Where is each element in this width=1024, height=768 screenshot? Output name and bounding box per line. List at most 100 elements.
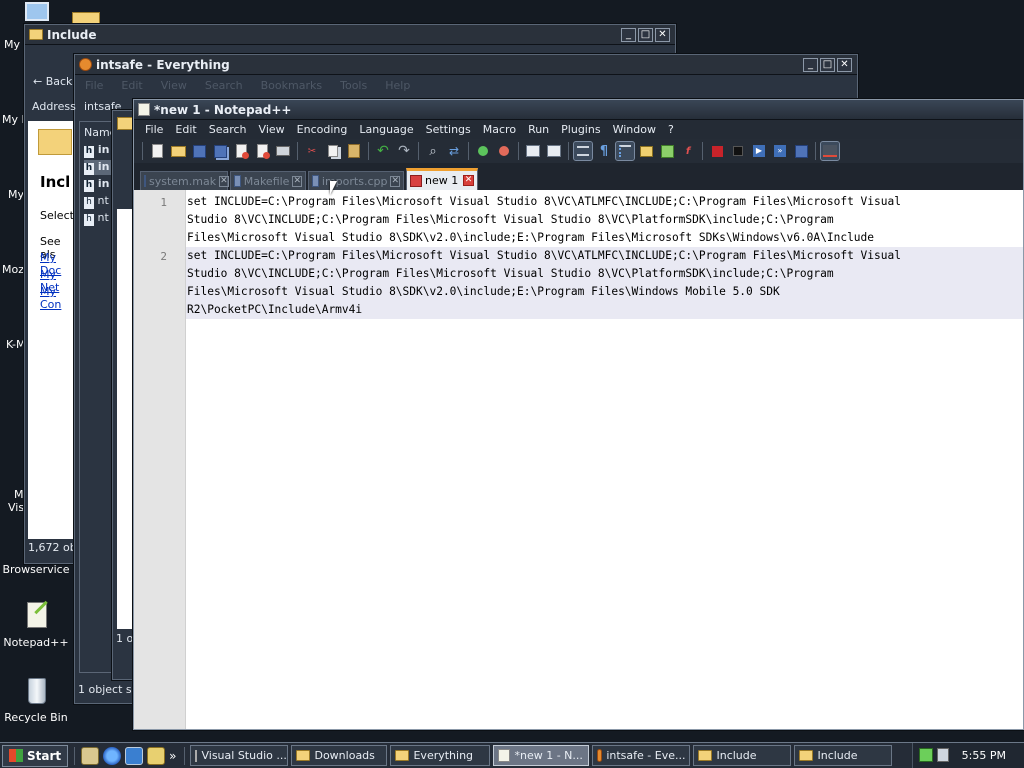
tab-new-1[interactable]: new 1 ✕ (406, 168, 478, 190)
search-quicklaunch-icon[interactable] (147, 746, 166, 765)
maximize-button[interactable]: □ (638, 28, 653, 42)
notepadpp-window[interactable]: *new 1 - Notepad++ File Edit Search View… (133, 99, 1024, 730)
doc-map-icon[interactable] (658, 142, 676, 160)
show-desktop-icon[interactable] (81, 746, 100, 765)
wrap-icon[interactable] (573, 141, 593, 161)
taskbar-button-include[interactable]: Include (693, 745, 792, 766)
menu-help[interactable]: ? (662, 123, 680, 136)
menu-macro[interactable]: Macro (477, 123, 522, 136)
menu-language[interactable]: Language (353, 123, 419, 136)
save-all-icon[interactable] (211, 142, 229, 160)
indent-guide-icon[interactable] (615, 141, 635, 161)
desktop-edge-label[interactable]: My (4, 38, 20, 51)
show-all-chars-icon[interactable]: ¶ (595, 142, 613, 160)
code-line-wrap[interactable]: Studio 8\VC\INCLUDE;C:\Program Files\Mic… (186, 211, 1023, 229)
clock[interactable]: 5:55 PM (962, 749, 1006, 762)
desktop-edge-label[interactable]: K-M (6, 338, 26, 351)
tab-imports-cpp[interactable]: imports.cpp ✕ (308, 171, 404, 190)
tab-close-icon[interactable]: ✕ (390, 175, 400, 187)
menu-item[interactable]: Edit (121, 79, 142, 92)
list-item[interactable]: h in (84, 143, 109, 158)
taskbar-button-visual-studio[interactable]: Visual Studio ... (190, 745, 289, 766)
print-icon[interactable] (274, 142, 292, 160)
code-line-current[interactable]: set INCLUDE=C:\Program Files\Microsoft V… (186, 247, 1023, 265)
menu-run[interactable]: Run (522, 123, 555, 136)
text-editor[interactable]: 1 2 set INCLUDE=C:\Program Files\Microso… (134, 190, 1023, 729)
tab-close-icon[interactable]: ✕ (219, 175, 229, 187)
sync-h-icon[interactable] (545, 142, 563, 160)
record-macro-icon[interactable] (708, 142, 726, 160)
zoom-in-icon[interactable] (474, 142, 492, 160)
desktop-edge-label[interactable]: Vis (8, 501, 24, 514)
run-macro-multiple-icon[interactable]: » (771, 142, 789, 160)
taskbar-button-everything[interactable]: Everything (390, 745, 491, 766)
close-button[interactable]: ✕ (655, 28, 670, 42)
menu-view[interactable]: View (253, 123, 291, 136)
menu-window[interactable]: Window (607, 123, 662, 136)
cut-icon[interactable]: ✂ (303, 142, 321, 160)
folder-icon[interactable] (72, 12, 100, 24)
tab-close-icon[interactable]: ✕ (292, 175, 302, 187)
udl-icon[interactable] (637, 142, 655, 160)
taskbar-button-include[interactable]: Include (794, 745, 893, 766)
desktop-edge-label[interactable]: Moz (2, 263, 24, 276)
spellcheck-icon[interactable] (820, 141, 840, 161)
list-item[interactable]: h in (84, 160, 116, 175)
paste-icon[interactable] (345, 142, 363, 160)
menu-item[interactable]: View (161, 79, 187, 92)
code-line-current-wrap[interactable]: Files\Microsoft Visual Studio 8\SDK\v2.0… (186, 283, 1023, 301)
my-computer-icon[interactable] (25, 2, 49, 21)
network-icon[interactable] (919, 748, 933, 762)
include-window-titlebar[interactable]: Include (25, 25, 675, 45)
desktop-icon-browservice[interactable]: Browservice (0, 563, 72, 576)
windows-media-icon[interactable] (125, 746, 144, 765)
stop-macro-icon[interactable] (729, 142, 747, 160)
menu-encoding[interactable]: Encoding (291, 123, 354, 136)
tab-system-mak[interactable]: system.mak ✕ (140, 171, 229, 190)
find-icon[interactable]: ⌕ (424, 142, 442, 160)
code-line[interactable]: set INCLUDE=C:\Program Files\Microsoft V… (186, 193, 1023, 211)
function-list-icon[interactable]: f (679, 142, 697, 160)
desktop-edge-label[interactable]: M (14, 488, 24, 501)
save-icon[interactable] (190, 142, 208, 160)
close-all-icon[interactable] (253, 142, 271, 160)
new-file-icon[interactable] (148, 142, 166, 160)
redo-icon[interactable]: ↷ (395, 142, 413, 160)
desktop-icon-notepadpp[interactable]: Notepad++ (0, 600, 72, 649)
notepadpp-titlebar[interactable]: *new 1 - Notepad++ (134, 100, 1023, 120)
taskbar-button-notepadpp[interactable]: *new 1 - N... (493, 745, 590, 766)
volume-icon[interactable] (937, 748, 949, 762)
menu-edit[interactable]: Edit (169, 123, 202, 136)
undo-icon[interactable]: ↶ (374, 142, 392, 160)
menu-item[interactable]: Help (385, 79, 410, 92)
menu-item[interactable]: File (85, 79, 103, 92)
minimize-button[interactable]: _ (621, 28, 636, 42)
menu-search[interactable]: Search (203, 123, 253, 136)
save-macro-icon[interactable] (792, 142, 810, 160)
list-item[interactable]: h in (84, 177, 109, 192)
minimize-button[interactable]: _ (803, 58, 818, 72)
menu-file[interactable]: File (139, 123, 169, 136)
replace-icon[interactable]: ⇄ (445, 142, 463, 160)
code-line-current-wrap[interactable]: R2\PocketPC\Include\Armv4i (186, 301, 1023, 319)
list-item[interactable]: h nt (84, 211, 109, 226)
list-item[interactable]: h nt (84, 194, 109, 209)
desktop-icon-recycle-bin[interactable]: Recycle Bin (0, 675, 72, 724)
quicklaunch-overflow-icon[interactable]: » (169, 749, 176, 763)
maximize-button[interactable]: □ (820, 58, 835, 72)
zoom-out-icon[interactable] (495, 142, 513, 160)
start-button[interactable]: Start (2, 744, 69, 767)
menu-plugins[interactable]: Plugins (555, 123, 606, 136)
code-line-wrap[interactable]: Files\Microsoft Visual Studio 8\SDK\v2.0… (186, 229, 1023, 247)
tab-makefile[interactable]: Makefile ✕ (230, 171, 306, 190)
open-file-icon[interactable] (169, 142, 187, 160)
desktop-edge-label[interactable]: My (8, 188, 24, 201)
internet-explorer-icon[interactable] (103, 746, 122, 765)
menu-item[interactable]: Tools (340, 79, 367, 92)
link-my-computer[interactable]: My Con (40, 285, 74, 311)
copy-icon[interactable] (324, 142, 342, 160)
menu-item[interactable]: Search (205, 79, 243, 92)
close-icon[interactable] (232, 142, 250, 160)
taskbar-button-intsafe[interactable]: intsafe - Eve... (592, 745, 691, 766)
sync-v-icon[interactable] (524, 142, 542, 160)
